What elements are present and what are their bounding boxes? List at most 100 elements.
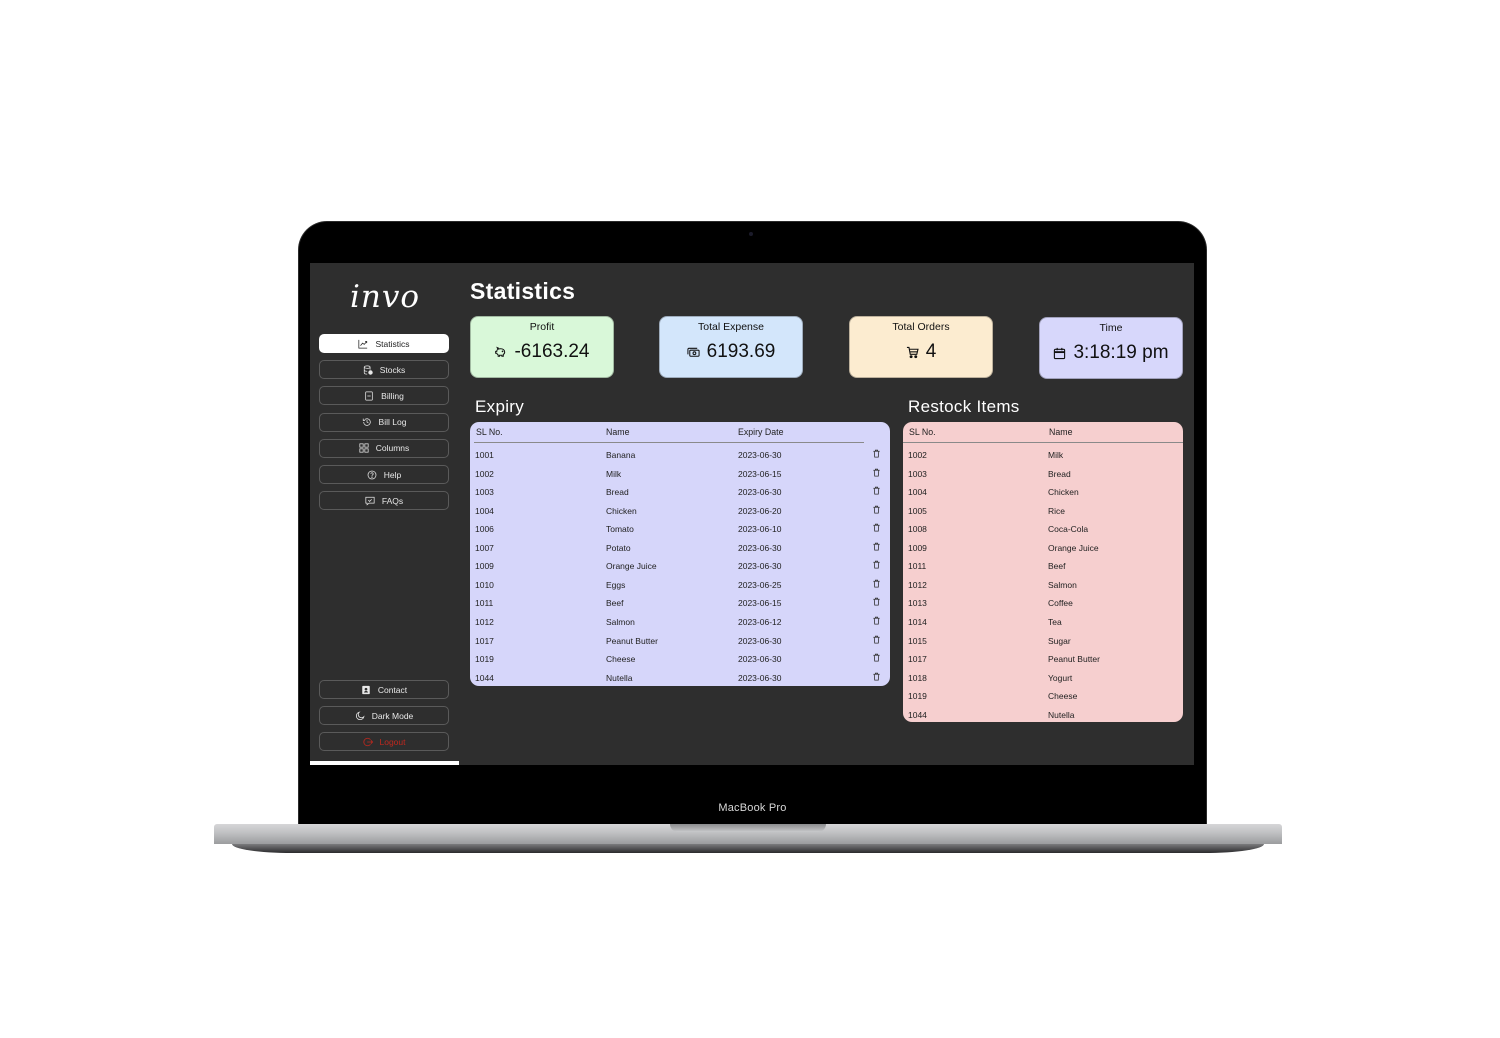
sidebar-item-label: FAQs: [381, 495, 404, 506]
stat-value-row: -6163.24: [471, 341, 613, 363]
table-row[interactable]: 1002 Milk 2023-06-15: [470, 466, 890, 485]
table-header: SL No. Name: [903, 422, 1183, 444]
table-row[interactable]: 1003 Bread 2023-06-30: [470, 484, 890, 503]
trash-icon[interactable]: [872, 542, 881, 551]
stat-label: Profit: [529, 321, 555, 333]
table-row[interactable]: 1017 Peanut Butter: [903, 651, 1183, 670]
device-label: MacBook Pro: [718, 802, 787, 814]
table-row[interactable]: 1011 Beef 2023-06-15: [470, 595, 890, 614]
cell-sl: 1011: [475, 598, 494, 609]
table-row[interactable]: 1018 Yogurt: [903, 670, 1183, 689]
dark-mode-button[interactable]: Dark Mode: [319, 706, 449, 726]
table-row[interactable]: 1008 Coca-Cola: [903, 521, 1183, 540]
table-row[interactable]: 1013 Coffee: [903, 595, 1183, 614]
table-row[interactable]: 1044 Nutella 2023-06-30: [470, 670, 890, 686]
cell-sl: 1008: [908, 524, 927, 535]
column-header-sl[interactable]: SL No.: [476, 427, 503, 437]
trash-icon[interactable]: [872, 579, 881, 588]
trash-icon[interactable]: [872, 616, 881, 625]
trash-icon[interactable]: [872, 635, 881, 644]
sidebar-item-label: Help: [383, 469, 402, 480]
trash-icon[interactable]: [872, 505, 881, 514]
stat-card-total-expense: Total Expense 6193.69: [659, 316, 803, 378]
cell-sl: 1017: [475, 635, 494, 646]
cell-sl: 1017: [908, 654, 927, 665]
cell-date: 2023-06-30: [738, 561, 782, 572]
trash-icon[interactable]: [872, 597, 881, 606]
cell-name: Beef: [606, 598, 624, 609]
cell-sl: 1005: [908, 505, 927, 516]
trash-icon[interactable]: [872, 672, 881, 681]
sidebar-item-stocks[interactable]: Stocks: [319, 360, 449, 380]
table-row[interactable]: 1002 Milk: [903, 447, 1183, 466]
trash-icon[interactable]: [872, 653, 881, 662]
trash-icon[interactable]: [872, 449, 881, 458]
table-row[interactable]: 1017 Peanut Butter 2023-06-30: [470, 633, 890, 652]
sidebar-item-bill-log[interactable]: Bill Log: [319, 412, 449, 432]
table-header: SL No. Name Expiry Date: [470, 422, 890, 444]
column-header-name[interactable]: Name: [1049, 427, 1072, 437]
logout-button[interactable]: Logout: [319, 732, 449, 752]
cell-date: 2023-06-10: [738, 524, 782, 535]
stat-value: 3:18:19 pm: [1073, 342, 1169, 363]
cell-name: Peanut Butter: [606, 635, 658, 646]
stat-value-row: 3:18:19 pm: [1040, 342, 1182, 364]
sidebar-item-label: Bill Log: [378, 417, 407, 428]
table-row[interactable]: 1012 Salmon: [903, 577, 1183, 596]
cell-sl: 1013: [908, 598, 927, 609]
trash-icon[interactable]: [872, 486, 881, 495]
table-row[interactable]: 1010 Eggs 2023-06-25: [470, 577, 890, 596]
table-row[interactable]: 1007 Potato 2023-06-30: [470, 540, 890, 559]
table-row[interactable]: 1009 Orange Juice 2023-06-30: [470, 558, 890, 577]
sidebar-item-help[interactable]: Help: [319, 465, 449, 484]
cell-sl: 1009: [475, 561, 494, 572]
cell-name: Eggs: [606, 579, 626, 590]
cell-date: 2023-06-30: [738, 635, 782, 646]
table-row[interactable]: 1004 Chicken: [903, 484, 1183, 503]
cell-sl: 1044: [908, 709, 927, 720]
stat-card-total-orders: Total Orders 4: [849, 316, 993, 378]
table-row[interactable]: 1003 Bread: [903, 466, 1183, 485]
cell-name: Chicken: [1048, 487, 1079, 498]
sidebar-item-faqs[interactable]: FAQs: [319, 491, 449, 511]
cell-sl: 1009: [908, 542, 927, 553]
table-row[interactable]: 1005 Rice: [903, 503, 1183, 522]
contact-button[interactable]: Contact: [319, 680, 449, 699]
table-row[interactable]: 1011 Beef: [903, 558, 1183, 577]
cell-sl: 1012: [908, 579, 927, 590]
table-row[interactable]: 1004 Chicken 2023-06-20: [470, 503, 890, 522]
table-row[interactable]: 1009 Orange Juice: [903, 540, 1183, 559]
column-header-sl[interactable]: SL No.: [909, 427, 936, 437]
stat-label: Time: [1099, 322, 1123, 334]
cell-name: Beef: [1048, 561, 1066, 572]
sidebar-item-billing[interactable]: Billing: [319, 386, 449, 406]
sidebar-item-statistics[interactable]: Statistics: [319, 334, 449, 353]
stat-value: 6193.69: [706, 341, 776, 362]
column-header-expiry-date[interactable]: Expiry Date: [738, 427, 783, 437]
restock-title: Restock Items: [908, 397, 1020, 416]
sidebar-scrollbar[interactable]: [310, 761, 459, 765]
cell-name: Milk: [1048, 450, 1064, 460]
sidebar-item-columns[interactable]: Columns: [319, 438, 449, 458]
trash-icon[interactable]: [872, 523, 881, 532]
cell-name: Tea: [1048, 616, 1062, 627]
laptop-notch: [670, 824, 826, 832]
cell-sl: 1007: [475, 542, 494, 553]
app-logo: INVO: [349, 279, 421, 315]
cell-sl: 1019: [475, 654, 494, 665]
trash-icon[interactable]: [872, 468, 881, 477]
table-row[interactable]: 1044 Nutella: [903, 707, 1183, 722]
cell-name: Potato: [606, 542, 631, 553]
table-row[interactable]: 1001 Banana 2023-06-30: [470, 447, 890, 466]
table-row[interactable]: 1019 Cheese 2023-06-30: [470, 651, 890, 670]
column-header-name[interactable]: Name: [606, 427, 629, 437]
table-row[interactable]: 1006 Tomato 2023-06-10: [470, 521, 890, 540]
table-row[interactable]: 1019 Cheese: [903, 688, 1183, 707]
trash-icon[interactable]: [872, 560, 881, 569]
table-row[interactable]: 1015 Sugar: [903, 633, 1183, 652]
button-label: Dark Mode: [371, 710, 414, 721]
cell-date: 2023-06-30: [738, 654, 782, 665]
table-row[interactable]: 1014 Tea: [903, 614, 1183, 633]
table-row[interactable]: 1012 Salmon 2023-06-12: [470, 614, 890, 633]
header-divider: [474, 442, 864, 443]
